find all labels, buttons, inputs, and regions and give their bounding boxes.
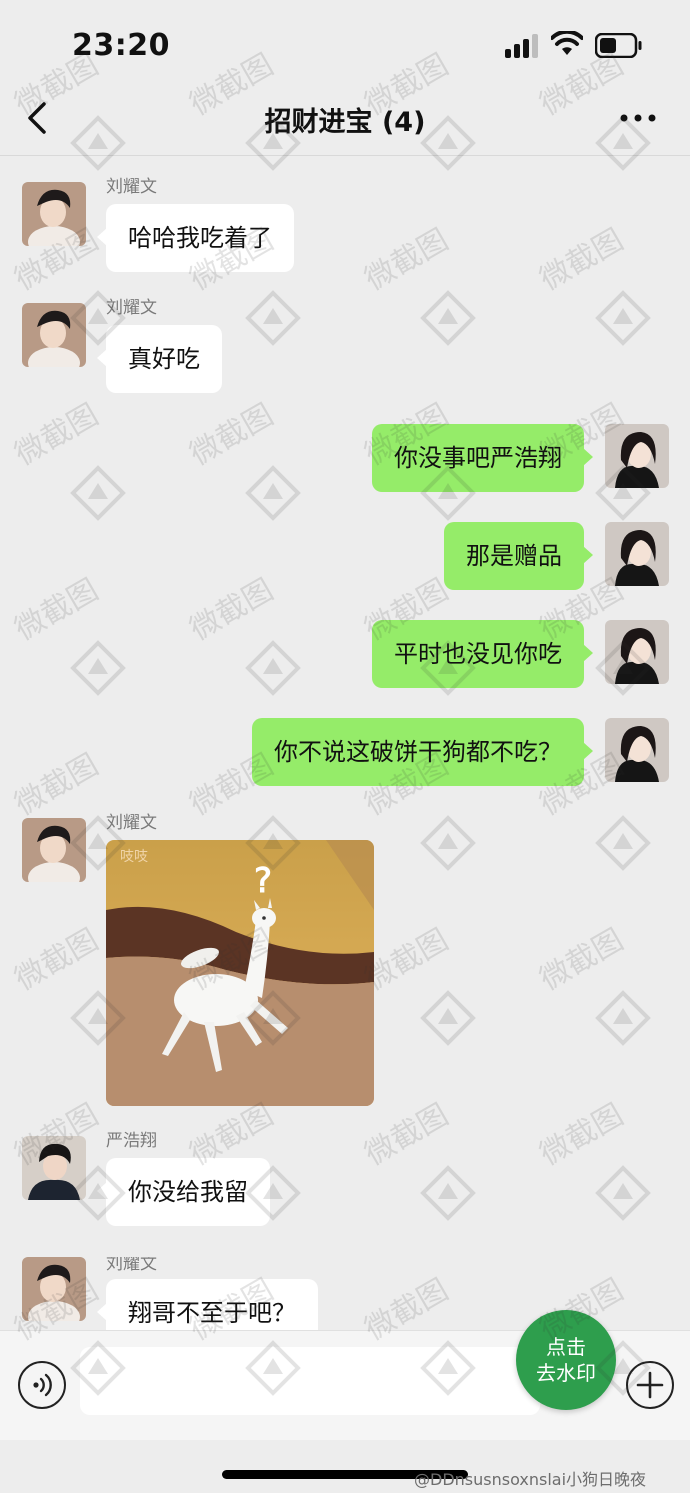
avatar[interactable] [22, 818, 86, 882]
credit-watermark: @DDnsusnsoxnslai小狗日晚夜 [414, 1470, 647, 1489]
plus-icon [636, 1371, 664, 1399]
message-bubble[interactable]: 翔哥不至于吧？ [97, 1279, 318, 1330]
voice-icon [33, 1373, 52, 1397]
message-bubble[interactable]: 平时也没见你吃 [372, 620, 593, 688]
alpaca-sticker-image[interactable]: ? 吱吱 [106, 840, 374, 1106]
remove-watermark-button[interactable]: 点击 去水印 [516, 1310, 616, 1410]
more-functions-button[interactable] [626, 1361, 674, 1409]
sender-name: 刘耀文 [106, 298, 157, 318]
wifi-icon [551, 31, 583, 55]
sender-name: 刘耀文 [106, 1257, 157, 1274]
sender-name: 严浩翔 [106, 1131, 157, 1151]
status-time: 23:20 [72, 28, 170, 63]
message-bubble[interactable]: 那是赠品 [444, 522, 593, 590]
message-row: 严浩翔 你没给我留 [0, 1131, 690, 1228]
sticker-question-mark: ? [254, 861, 272, 901]
voice-input-button[interactable] [18, 1361, 66, 1409]
sender-name: 刘耀文 [106, 813, 157, 833]
message-row: 平时也没见你吃 [0, 620, 690, 688]
chat-header: 招财进宝 (4) [0, 88, 690, 156]
message-row: 刘耀文 真好吃 [0, 298, 690, 395]
chat-title[interactable]: 招财进宝 (4) [0, 100, 690, 139]
sender-name: 刘耀文 [106, 177, 157, 197]
message-input[interactable] [80, 1347, 540, 1415]
message-bubble[interactable]: 你不说这破饼干狗都不吃？ [252, 718, 593, 786]
sticker-label: 吱吱 [120, 849, 148, 865]
message-row: 刘耀文 哈哈我吃着了 [0, 177, 690, 274]
message-row: 那是赠品 [0, 522, 690, 590]
avatar[interactable] [605, 718, 669, 782]
avatar[interactable] [22, 182, 86, 246]
message-row: 你没事吧严浩翔 [0, 424, 690, 492]
remove-watermark-line1: 点击 [546, 1335, 586, 1359]
message-bubble[interactable]: 真好吃 [97, 325, 222, 393]
message-bubble[interactable]: 你没给我留 [97, 1158, 270, 1226]
cellular-signal-icon [505, 34, 541, 58]
message-row: 你不说这破饼干狗都不吃？ [0, 718, 690, 786]
avatar[interactable] [605, 620, 669, 684]
message-bubble[interactable]: 哈哈我吃着了 [97, 204, 294, 272]
avatar[interactable] [605, 424, 669, 488]
status-bar: 23:20 [0, 0, 690, 88]
avatar[interactable] [605, 522, 669, 586]
message-row: 刘耀文 ? 吱吱 [0, 813, 690, 1108]
remove-watermark-line2: 去水印 [536, 1361, 596, 1385]
battery-icon [595, 33, 642, 58]
message-bubble[interactable]: 你没事吧严浩翔 [372, 424, 593, 492]
avatar[interactable] [22, 1136, 86, 1200]
avatar[interactable] [22, 303, 86, 367]
more-options-icon[interactable] [618, 108, 658, 128]
avatar[interactable] [22, 1257, 86, 1321]
